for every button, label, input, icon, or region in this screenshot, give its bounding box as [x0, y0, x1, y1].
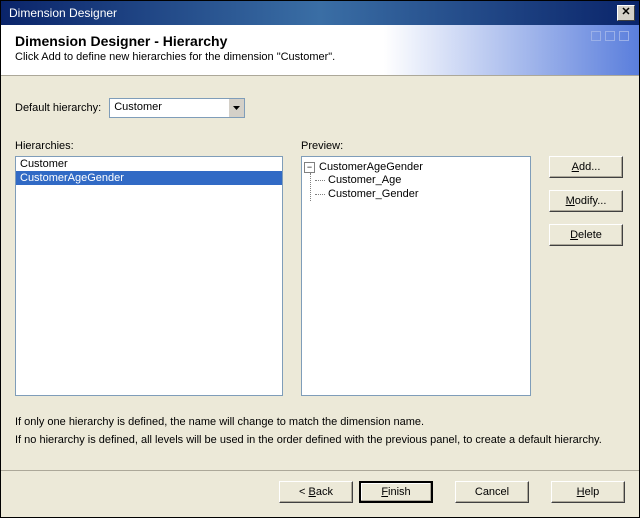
add-button[interactable]: Add...: [549, 156, 623, 178]
list-item[interactable]: Customer: [16, 157, 282, 171]
help-button[interactable]: Help: [551, 481, 625, 503]
tree-child[interactable]: Customer_Age: [313, 173, 528, 187]
default-hierarchy-dropdown[interactable]: Customer: [109, 98, 245, 118]
preview-label: Preview:: [301, 140, 531, 152]
list-item[interactable]: CustomerAgeGender: [16, 171, 282, 185]
cancel-button[interactable]: Cancel: [455, 481, 529, 503]
dialog-window: Dimension Designer ✕ Dimension Designer …: [0, 0, 640, 518]
page-subtitle: Click Add to define new hierarchies for …: [15, 51, 625, 63]
side-buttons: Add... Modify... Delete: [549, 156, 625, 246]
header-panel: Dimension Designer - Hierarchy Click Add…: [1, 25, 639, 76]
chevron-down-icon: [228, 99, 244, 117]
lists-row: Hierarchies: CustomerCustomerAgeGender P…: [15, 140, 625, 396]
spacer-label: [549, 140, 625, 152]
content-area: Default hierarchy: Customer Hierarchies:…: [1, 76, 639, 470]
tree-root-label: CustomerAgeGender: [319, 161, 423, 173]
collapse-icon[interactable]: −: [304, 162, 315, 173]
side-buttons-column: Add... Modify... Delete: [549, 140, 625, 246]
tree-root-row[interactable]: − CustomerAgeGender: [304, 161, 528, 173]
default-hierarchy-value: Customer: [110, 99, 228, 117]
tree-child[interactable]: Customer_Gender: [313, 187, 528, 201]
hints-section: If only one hierarchy is defined, the na…: [15, 410, 625, 452]
delete-button[interactable]: Delete: [549, 224, 623, 246]
modify-button[interactable]: Modify...: [549, 190, 623, 212]
footer-buttons: < Back Finish Cancel Help: [1, 470, 639, 517]
close-icon[interactable]: ✕: [617, 5, 635, 21]
tree-children: Customer_AgeCustomer_Gender: [310, 173, 528, 201]
hierarchies-label: Hierarchies:: [15, 140, 283, 152]
preview-column: Preview: − CustomerAgeGender Customer_Ag…: [301, 140, 531, 396]
window-title: Dimension Designer: [5, 6, 617, 20]
default-hierarchy-label: Default hierarchy:: [15, 102, 101, 114]
hierarchies-column: Hierarchies: CustomerCustomerAgeGender: [15, 140, 283, 396]
preview-tree[interactable]: − CustomerAgeGender Customer_AgeCustomer…: [301, 156, 531, 396]
back-button[interactable]: < Back: [279, 481, 353, 503]
finish-button[interactable]: Finish: [359, 481, 433, 503]
default-hierarchy-row: Default hierarchy: Customer: [15, 98, 625, 118]
hint-line-1: If only one hierarchy is defined, the na…: [15, 416, 625, 428]
titlebar: Dimension Designer ✕: [1, 1, 639, 25]
hierarchies-listbox[interactable]: CustomerCustomerAgeGender: [15, 156, 283, 396]
header-decoration: [591, 31, 629, 41]
page-title: Dimension Designer - Hierarchy: [15, 33, 625, 49]
hint-line-2: If no hierarchy is defined, all levels w…: [15, 434, 625, 446]
